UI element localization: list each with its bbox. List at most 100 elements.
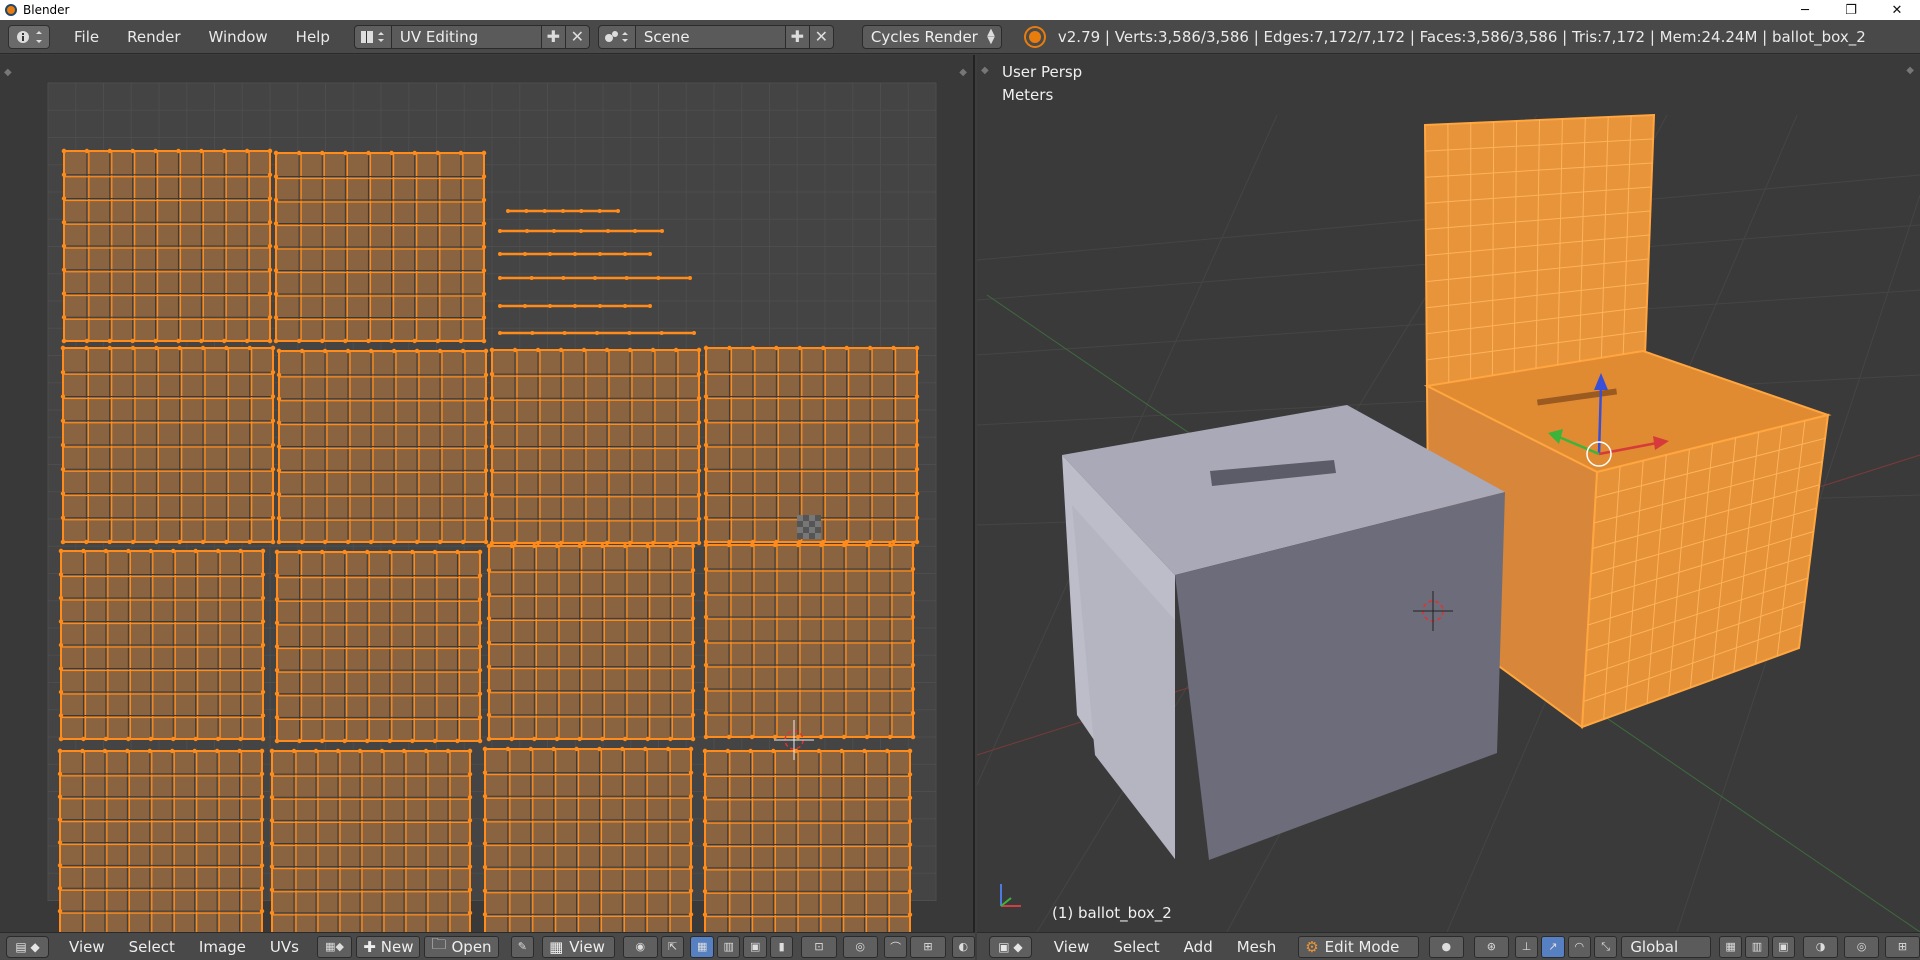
uv-island	[276, 348, 489, 545]
face-select-mode-3d[interactable]: ▣	[1771, 935, 1795, 958]
vertex-select-mode[interactable]: ▦	[690, 935, 714, 958]
uv-island	[269, 748, 473, 932]
region-expand-icon[interactable]: ◆	[981, 65, 989, 76]
editor-type-button[interactable]: ▣ ◆	[989, 935, 1032, 958]
add-screen-button[interactable]: ✚	[541, 24, 566, 49]
menu-file[interactable]: File	[60, 28, 113, 46]
uv-image-editor[interactable]: ◆ ◆	[0, 55, 975, 932]
region-expand-icon[interactable]: ◆	[4, 67, 12, 78]
2d-cursor-icon	[774, 720, 814, 760]
uv-island	[702, 748, 913, 932]
uv-menu-view[interactable]: View	[57, 938, 117, 956]
sticky-select-dropdown[interactable]: ⊡	[801, 935, 837, 958]
view3d-menu-select[interactable]: Select	[1101, 938, 1171, 956]
scene-field[interactable]: Scene	[635, 24, 786, 49]
view3d-menu-mesh[interactable]: Mesh	[1225, 938, 1289, 956]
delete-screen-button[interactable]: ✕	[565, 24, 590, 49]
uv-menu-select[interactable]: Select	[117, 938, 187, 956]
dropdown-arrows-icon: ▲ ▼	[987, 26, 995, 46]
scale-manipulator[interactable]: ⤡	[1593, 935, 1618, 958]
add-scene-button[interactable]: ✚	[785, 24, 810, 49]
manipulator-toggle[interactable]: ⊥	[1514, 935, 1539, 958]
new-image-label: New	[380, 937, 414, 956]
3d-viewport[interactable]: User Persp Meters (1) ballot_box_2 ◆ ◆	[977, 55, 1920, 932]
falloff-icon[interactable]: ⌒	[883, 935, 908, 958]
close-button[interactable]: ✕	[1874, 0, 1920, 20]
menu-render[interactable]: Render	[113, 28, 194, 46]
uv-island	[273, 150, 487, 344]
pivot-dropdown[interactable]: ◉	[622, 935, 658, 958]
window-controls: ─ ❐ ✕	[1782, 0, 1920, 20]
3d-view-header: ▣ ◆ View Select Add Mesh ⚙ Edit Mode ● ⊛ …	[977, 932, 1920, 960]
uv-checker-patch	[797, 515, 821, 539]
snap-dropdown-3d[interactable]: ⊞	[1885, 935, 1920, 958]
open-image-button[interactable]: 🗀 Open	[424, 935, 499, 958]
view3d-menu-add[interactable]: Add	[1172, 938, 1225, 956]
rotate-manipulator[interactable]: ◠	[1567, 935, 1591, 958]
stats-text: v2.79 | Verts:3,586/3,586 | Edges:7,172/…	[1057, 27, 1866, 46]
uv-island	[703, 542, 916, 740]
uv-island	[57, 748, 265, 932]
editor-type-button[interactable]	[8, 24, 50, 49]
uv-island	[482, 746, 694, 932]
overlay-icon[interactable]: ◐	[951, 935, 976, 958]
units-label: Meters	[1002, 86, 1054, 104]
render-engine-dropdown[interactable]: Cycles Render ▲ ▼	[861, 24, 1002, 49]
window-title: Blender	[23, 3, 70, 17]
snap-element-dropdown[interactable]: ⊞	[910, 935, 946, 958]
region-expand-icon[interactable]: ◆	[959, 67, 967, 78]
view3d-menu-view[interactable]: View	[1042, 938, 1102, 956]
interaction-mode-label: Edit Mode	[1324, 937, 1400, 956]
screen-layout-selector[interactable]: UV Editing ✚ ✕	[353, 24, 590, 49]
screen-layout-icon[interactable]	[353, 24, 392, 49]
vertex-select-mode-3d[interactable]: ▦	[1718, 935, 1743, 958]
open-image-label: Open	[451, 937, 492, 956]
edge-select-mode-3d[interactable]: ▥	[1745, 935, 1769, 958]
occlude-geometry-toggle[interactable]: ◑	[1803, 935, 1839, 958]
active-object-label: (1) ballot_box_2	[1052, 904, 1172, 922]
uv-menu-image[interactable]: Image	[187, 938, 258, 956]
viewport-shading-dropdown[interactable]: ●	[1428, 935, 1464, 958]
blender-logo-icon	[5, 4, 17, 16]
plus-icon: ✚	[363, 937, 376, 956]
scene-icon[interactable]	[597, 24, 636, 49]
interaction-mode-dropdown[interactable]: ⚙ Edit Mode	[1298, 935, 1419, 958]
new-image-button[interactable]: ✚ New	[356, 935, 421, 958]
uv-island	[60, 345, 276, 545]
info-icon	[17, 30, 42, 43]
screen-layout-field[interactable]: UV Editing	[391, 24, 542, 49]
pin-icon[interactable]: ✎	[510, 935, 535, 958]
proportional-edit-dropdown-3d[interactable]: ◎	[1844, 935, 1880, 958]
view-mode-dropdown[interactable]: ▦ View	[542, 935, 615, 958]
folder-icon: 🗀	[431, 935, 447, 953]
uv-menu-uvs[interactable]: UVs	[258, 938, 311, 956]
uv-layout[interactable]	[0, 55, 975, 932]
uv-island	[489, 347, 702, 546]
image-browse-button[interactable]: ▦◆	[316, 935, 353, 958]
view-mode-label: View	[569, 937, 605, 956]
minimize-button[interactable]: ─	[1782, 0, 1828, 20]
translate-manipulator[interactable]: ↗	[1541, 935, 1565, 958]
scene-selector[interactable]: Scene ✚ ✕	[597, 24, 834, 49]
transform-orientation-dropdown[interactable]: Global	[1621, 935, 1711, 958]
transform-orientation-label: Global	[1630, 937, 1679, 956]
uv-islands	[57, 148, 920, 932]
uv-island	[58, 548, 266, 742]
delete-scene-button[interactable]: ✕	[809, 24, 834, 49]
sync-selection-toggle[interactable]: ⇱	[660, 935, 685, 958]
menu-window[interactable]: Window	[195, 28, 282, 46]
axis-navigation-icon	[1000, 884, 1021, 907]
pivot-point-dropdown[interactable]: ⊛	[1473, 935, 1509, 958]
island-select-mode[interactable]: ▮	[769, 935, 794, 958]
face-select-mode[interactable]: ▣	[743, 935, 767, 958]
uv-island	[486, 543, 696, 742]
proportional-edit-dropdown[interactable]: ◎	[842, 935, 878, 958]
menu-help[interactable]: Help	[282, 28, 344, 46]
edge-select-mode[interactable]: ▥	[716, 935, 741, 958]
view-name-label: User Persp	[1002, 63, 1083, 81]
restore-button[interactable]: ❐	[1828, 0, 1874, 20]
viewport-scene[interactable]	[977, 55, 1920, 932]
region-expand-icon[interactable]: ◆	[1906, 65, 1914, 76]
scene-stats: v2.79 | Verts:3,586/3,586 | Edges:7,172/…	[1025, 27, 1866, 46]
editor-type-button[interactable]: ▤ ◆	[6, 935, 50, 958]
